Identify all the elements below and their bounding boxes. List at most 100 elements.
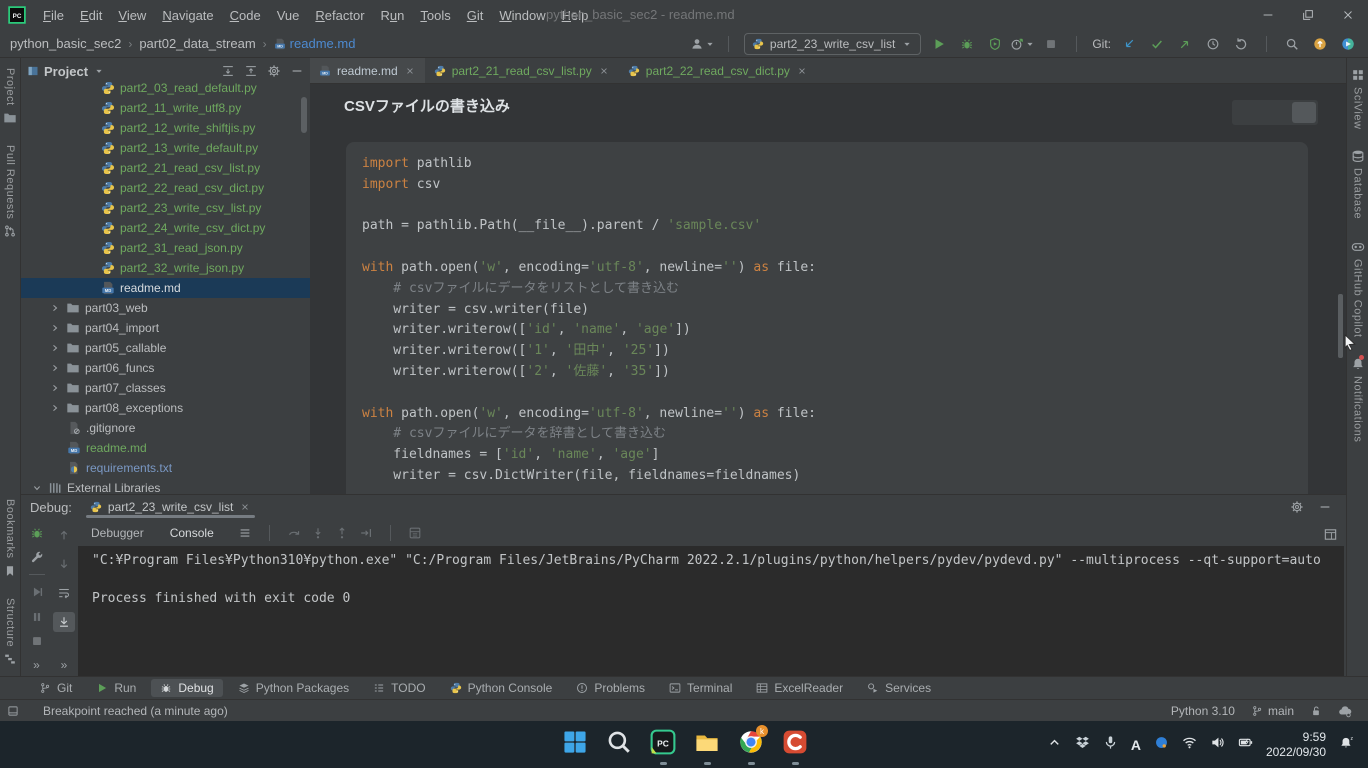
run-button[interactable] [929,34,949,54]
tree-item[interactable]: MDreadme.md [21,438,310,458]
tool-stripe-sciview[interactable]: SciView [1351,58,1365,139]
tree-item[interactable]: .gitignore [21,418,310,438]
tree-item[interactable]: requirements.txt [21,458,310,478]
tool-stripe-bookmarks[interactable]: Bookmarks [3,489,17,588]
debug-session-tab[interactable]: part2_23_write_csv_list [86,495,255,519]
menu-file[interactable]: File [35,8,72,23]
hamburger-icon[interactable] [238,526,252,540]
tray-chevron-up[interactable] [1047,735,1062,755]
evaluate-icon[interactable] [408,526,422,540]
rollback-button[interactable] [1231,34,1251,54]
collapse-all-icon[interactable] [244,64,258,78]
search-everywhere-button[interactable] [1282,34,1302,54]
tree-item[interactable]: part05_callable [21,338,310,358]
tray-dropbox[interactable] [1075,735,1090,755]
git-branch-widget[interactable]: main [1251,704,1294,718]
lock-icon[interactable] [1310,705,1322,717]
tray-battery[interactable] [1238,735,1253,755]
tree-item[interactable]: part06_funcs [21,358,310,378]
down-button[interactable] [53,554,75,574]
code-with-me-button[interactable] [1338,34,1358,54]
menu-navigate[interactable]: Navigate [154,8,221,23]
toolwindow-button-problems[interactable]: Problems [567,679,654,697]
toolwindow-button-python-console[interactable]: Python Console [441,679,562,697]
toolwindow-button-services[interactable]: Services [858,679,940,697]
taskbar-search-lens[interactable] [597,723,641,767]
step-over-icon[interactable] [287,526,301,540]
more-actions-button[interactable]: » [61,658,68,672]
toolwindow-button-excelreader[interactable]: ExcelReader [747,679,852,697]
chevron-down-icon[interactable] [93,65,105,77]
rerun-debug-button[interactable] [26,525,48,541]
profiler-button[interactable] [1013,34,1033,54]
soft-wrap-button[interactable] [53,583,75,603]
step-out-icon[interactable] [335,526,349,540]
menu-vue[interactable]: Vue [269,8,308,23]
close-icon[interactable] [598,65,610,77]
tray-sphere[interactable] [1154,735,1169,755]
tree-item[interactable]: part04_import [21,318,310,338]
menu-run[interactable]: Run [373,8,413,23]
gear-icon[interactable] [1290,500,1304,514]
history-button[interactable] [1203,34,1223,54]
minimize-button[interactable] [1248,0,1288,30]
git-push-button[interactable] [1175,34,1195,54]
tool-stripe-database[interactable]: Database [1351,139,1365,229]
hide-icon[interactable] [1318,500,1332,514]
tab-debugger[interactable]: Debugger [79,526,156,540]
toolwindow-button-python-packages[interactable]: Python Packages [229,679,358,697]
editor-tab[interactable]: part2_21_read_csv_list.py [425,58,619,83]
close-icon[interactable] [404,65,416,77]
user-button[interactable] [693,34,713,54]
resume-button[interactable] [26,584,48,600]
gear-icon[interactable] [267,64,281,78]
menu-view[interactable]: View [110,8,154,23]
menu-tools[interactable]: Tools [412,8,458,23]
close-button[interactable] [1328,0,1368,30]
more-actions-button[interactable]: » [33,658,40,672]
menu-window[interactable]: Window [491,8,553,23]
cloud-sync-icon[interactable] [1338,704,1352,718]
tree-item[interactable]: part2_23_write_csv_list.py [21,198,310,218]
breadcrumb-item[interactable]: MDreadme.md [274,36,356,51]
tree-item[interactable]: part2_22_read_csv_dict.py [21,178,310,198]
toolwindow-button-run[interactable]: Run [87,679,145,697]
editor-tab[interactable]: part2_22_read_csv_dict.py [619,58,817,83]
view-preview-icon[interactable] [1292,102,1316,123]
git-commit-button[interactable] [1147,34,1167,54]
step-into-icon[interactable] [311,526,325,540]
menu-refactor[interactable]: Refactor [307,8,372,23]
layout-icon[interactable] [1323,527,1338,542]
toolwindow-toggle-icon[interactable] [7,705,19,717]
git-update-button[interactable] [1119,34,1139,54]
taskbar-start[interactable] [553,723,597,767]
taskbar-explorer[interactable] [685,723,729,767]
toolwindow-button-terminal[interactable]: Terminal [660,679,741,697]
menu-code[interactable]: Code [222,8,269,23]
tree-item[interactable]: part2_32_write_json.py [21,258,310,278]
tray-speaker[interactable] [1210,735,1225,755]
python-interpreter[interactable]: Python 3.10 [1171,704,1235,718]
breadcrumb-item[interactable]: part02_data_stream [139,36,255,51]
update-available-button[interactable] [1310,34,1330,54]
tray-wifi[interactable] [1182,735,1197,755]
tree-item[interactable]: part2_21_read_csv_list.py [21,158,310,178]
tree-item[interactable]: part2_24_write_csv_dict.py [21,218,310,238]
pause-button[interactable] [26,609,48,625]
tree-item[interactable]: MDreadme.md [21,278,310,298]
taskbar-chrome[interactable]: k [729,723,773,767]
close-icon[interactable] [239,501,251,513]
tree-item[interactable]: External Libraries [21,478,310,494]
tree-item[interactable]: part2_13_write_default.py [21,138,310,158]
tray-notification-bell[interactable]: z [1339,735,1354,755]
taskbar-clock[interactable]: 9:592022/09/30 [1266,730,1326,760]
toolwindow-button-todo[interactable]: TODO [364,679,434,697]
project-tree-scrollbar[interactable] [301,97,307,133]
tree-item[interactable]: part03_web [21,298,310,318]
tree-item[interactable]: part2_03_read_default.py [21,78,310,98]
status-message[interactable]: Breakpoint reached (a minute ago) [43,704,228,718]
tray-mic[interactable] [1103,735,1118,755]
view-split-icon[interactable] [1263,102,1287,123]
tool-stripe-project[interactable]: Project [3,58,17,135]
breadcrumb-item[interactable]: python_basic_sec2 [10,36,121,51]
